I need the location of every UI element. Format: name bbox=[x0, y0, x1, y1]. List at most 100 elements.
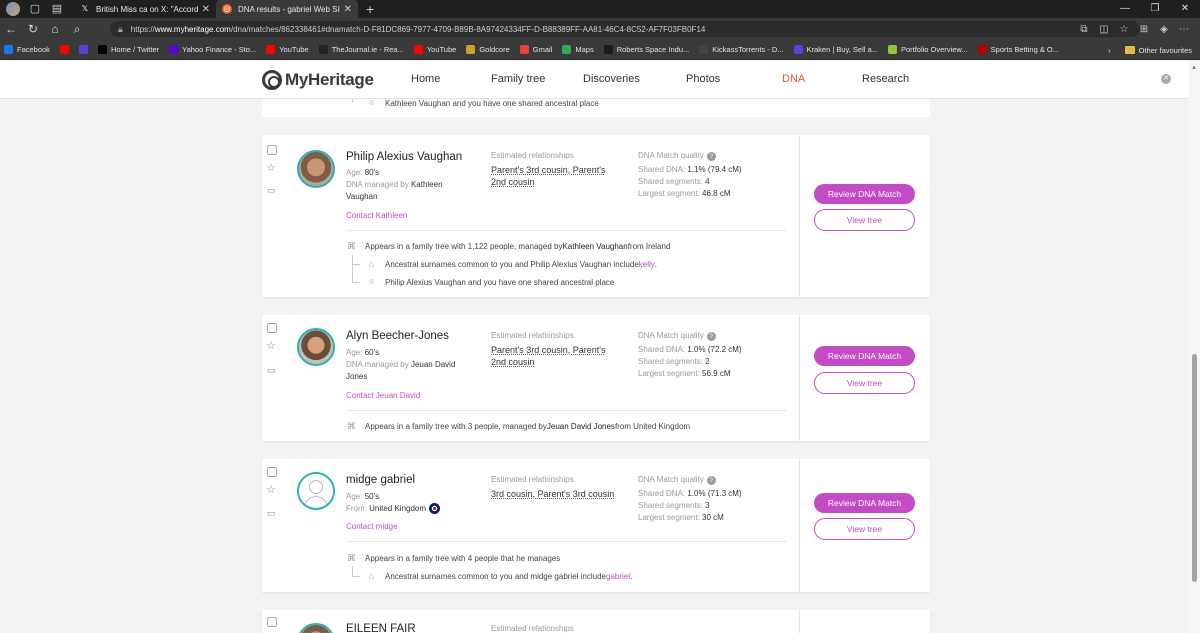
bookmark-item[interactable]: KickassTorrents - D... bbox=[699, 45, 784, 54]
page-scrollbar[interactable]: ▲ bbox=[1189, 61, 1200, 633]
bookmark-favicon-icon bbox=[562, 45, 572, 54]
select-checkbox[interactable] bbox=[267, 467, 277, 477]
surnames-line: ⌂ Ancestral surnames common to you and m… bbox=[366, 571, 632, 581]
split-screen-icon[interactable]: ◫ bbox=[1094, 24, 1114, 35]
nav-family-tree[interactable]: Family tree bbox=[491, 73, 545, 85]
view-tree-button[interactable]: View tree bbox=[814, 518, 915, 540]
bookmark-item[interactable]: Maps bbox=[562, 45, 594, 54]
match-details: Age: 50's From: United Kingdom bbox=[346, 491, 456, 515]
bookmark-item[interactable]: Yahoo Finance - Sto... bbox=[169, 45, 256, 54]
bookmark-item[interactable]: Kraken | Buy, Sell a... bbox=[793, 45, 878, 54]
family-tree-line: ⌘ Appears in a family tree with 3 people… bbox=[347, 421, 691, 431]
view-tree-button[interactable]: View tree bbox=[814, 372, 915, 394]
bookmark-item[interactable]: TheJournal.ie - Rea... bbox=[318, 45, 404, 54]
relationship-value[interactable]: Parent's 3rd cousin, Parent's 2nd cousin bbox=[491, 164, 611, 188]
note-icon[interactable]: ▭ bbox=[267, 185, 276, 196]
scroll-up-icon[interactable]: ▲ bbox=[1191, 65, 1197, 71]
close-tab-icon[interactable]: ✕ bbox=[344, 4, 352, 15]
family-tree-line: ⌘ Appears in a family tree with 4 people… bbox=[347, 553, 561, 563]
bookmark-item[interactable]: Facebook bbox=[4, 45, 50, 54]
star-icon[interactable]: ☆ bbox=[266, 483, 276, 496]
browser-toolbar: ← ↻ ⌂ ⌕ 🔒︎ https://www.myheritage.com/dn… bbox=[0, 18, 1200, 40]
nav-photos[interactable]: Photos bbox=[686, 73, 720, 85]
profile-avatar[interactable] bbox=[6, 2, 20, 16]
bookmark-item[interactable]: Roberts Space Indu... bbox=[603, 45, 689, 54]
contact-link[interactable]: Contact Kathleen bbox=[346, 211, 407, 220]
help-icon[interactable]: ? bbox=[706, 332, 716, 341]
other-favourites[interactable]: › Other favourites bbox=[1108, 40, 1192, 60]
relationship-value[interactable]: Parent's 3rd cousin, Parent's 2nd cousin bbox=[491, 344, 611, 368]
nav-research[interactable]: Research bbox=[862, 73, 909, 85]
bookmark-item[interactable]: Sports Betting & O... bbox=[977, 45, 1059, 54]
refresh-icon[interactable]: ↻ bbox=[22, 22, 44, 36]
back-icon[interactable]: ← bbox=[0, 22, 22, 36]
tab-actions-icon[interactable]: ▤ bbox=[50, 2, 64, 16]
select-checkbox[interactable] bbox=[267, 323, 277, 333]
nav-home[interactable]: Home bbox=[411, 73, 440, 85]
note-icon[interactable]: ▭ bbox=[267, 508, 276, 519]
review-dna-match-button[interactable]: Review DNA Match bbox=[814, 346, 915, 366]
myheritage-logo[interactable]: MyHeritage bbox=[262, 70, 374, 90]
star-icon[interactable]: ☆ bbox=[266, 339, 276, 352]
bookmark-item[interactable]: Portfolio Overview... bbox=[887, 45, 968, 54]
extensions-icon[interactable]: ⧉ bbox=[1074, 24, 1094, 35]
minimize-icon[interactable]: — bbox=[1110, 0, 1140, 18]
star-icon[interactable]: ☆ bbox=[266, 161, 276, 174]
surnames-line: ⌂ Ancestral surnames common to you and P… bbox=[366, 259, 657, 269]
relationship-label: Estimated relationships bbox=[491, 624, 574, 633]
tab-twitter[interactable]: 𝕏 British Miss ca on X: "According ✕ bbox=[74, 0, 216, 18]
match-name[interactable]: Alyn Beecher-Jones bbox=[346, 330, 449, 342]
collections-icon[interactable]: ⊞ bbox=[1134, 24, 1154, 35]
bookmark-item[interactable]: Home / Twitter bbox=[97, 45, 159, 54]
review-dna-match-button[interactable]: Review DNA Match bbox=[814, 493, 915, 513]
match-name[interactable]: Philip Alexius Vaughan bbox=[346, 151, 462, 163]
location-pin-icon: ⌾ bbox=[368, 98, 375, 108]
nav-discoveries[interactable]: Discoveries bbox=[583, 73, 640, 85]
avatar[interactable] bbox=[297, 623, 335, 633]
match-quality-label: DNA Match quality? bbox=[638, 331, 716, 341]
scroll-thumb[interactable] bbox=[1192, 354, 1197, 582]
tree-connector bbox=[352, 255, 353, 283]
bookmark-item[interactable]: Goldcore bbox=[466, 45, 510, 54]
tab-myheritage[interactable]: ◎ DNA results - gabriel Web Site - ✕ bbox=[216, 0, 358, 18]
note-icon[interactable]: ▭ bbox=[267, 365, 276, 376]
avatar[interactable] bbox=[297, 328, 335, 366]
maximize-icon[interactable]: ❐ bbox=[1140, 0, 1170, 18]
view-tree-button[interactable]: View tree bbox=[814, 209, 915, 231]
more-menu-icon[interactable]: ⋯ bbox=[1174, 24, 1194, 35]
workspaces-icon[interactable]: ▢ bbox=[28, 2, 42, 16]
select-checkbox[interactable] bbox=[267, 617, 277, 627]
help-icon[interactable]: ? bbox=[706, 476, 716, 485]
bookmark-item[interactable]: YouTube bbox=[266, 45, 309, 54]
contact-link[interactable]: Contact Jeuan David bbox=[346, 391, 420, 400]
close-window-icon[interactable]: ✕ bbox=[1170, 0, 1200, 18]
address-bar[interactable]: 🔒︎ https://www.myheritage.com/dna/matche… bbox=[110, 21, 1140, 37]
home-icon[interactable]: ⌂ bbox=[44, 22, 66, 36]
bookmark-item[interactable]: YouTube bbox=[413, 45, 456, 54]
match-name[interactable]: EILEEN FAIR bbox=[346, 623, 416, 633]
help-icon[interactable]: ? bbox=[706, 152, 716, 161]
avatar[interactable] bbox=[297, 150, 335, 188]
nav-dna[interactable]: DNA bbox=[782, 73, 805, 85]
logo-mark-icon bbox=[262, 70, 282, 90]
largest-segment: Largest segment: 46.8 cM bbox=[638, 189, 731, 198]
new-tab-icon[interactable]: + bbox=[366, 1, 374, 17]
bookmark-item[interactable] bbox=[78, 45, 92, 54]
lock-icon[interactable]: 🔒︎ bbox=[118, 24, 123, 35]
copilot-icon[interactable]: ◈ bbox=[1154, 24, 1174, 35]
search-icon[interactable]: ⌕ bbox=[66, 22, 88, 37]
bookmark-item[interactable]: Gmail bbox=[519, 45, 552, 54]
family-tree-icon: ⌘ bbox=[347, 241, 356, 251]
contact-link[interactable]: Contact midge bbox=[346, 522, 398, 531]
select-checkbox[interactable] bbox=[267, 145, 277, 155]
bookmark-favicon-icon bbox=[887, 45, 897, 54]
match-name[interactable]: midge gabriel bbox=[346, 474, 415, 486]
match-card: EILEEN FAIR Estimated relationships bbox=[262, 610, 930, 633]
avatar-placeholder[interactable] bbox=[297, 472, 335, 510]
close-tab-icon[interactable]: ✕ bbox=[202, 4, 210, 15]
relationship-value[interactable]: 3rd cousin, Parent's 3rd cousin bbox=[491, 488, 621, 500]
bookmark-item[interactable] bbox=[59, 45, 73, 54]
favorites-icon[interactable]: ☆ bbox=[1114, 24, 1134, 35]
close-icon[interactable]: ✕ bbox=[1161, 74, 1171, 84]
review-dna-match-button[interactable]: Review DNA Match bbox=[814, 184, 915, 204]
